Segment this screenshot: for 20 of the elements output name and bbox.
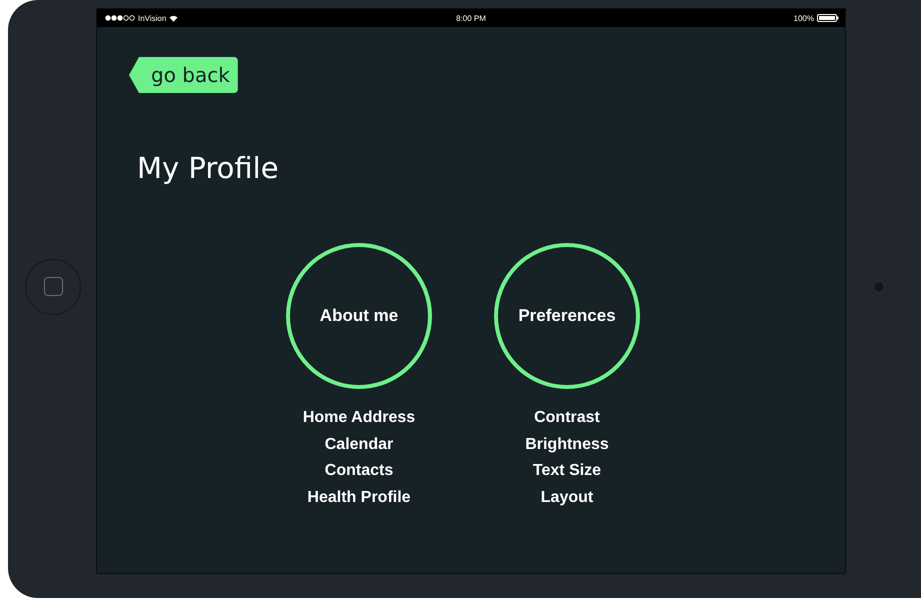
camera-icon bbox=[873, 280, 885, 292]
menu-item[interactable]: Health Profile bbox=[307, 484, 411, 511]
menu-item[interactable]: Text Size bbox=[532, 458, 602, 484]
section-circle-button[interactable]: About me bbox=[286, 243, 432, 389]
page-title: My Profile bbox=[137, 151, 280, 185]
menu-item[interactable]: Contacts bbox=[324, 458, 394, 484]
wifi-icon bbox=[169, 14, 178, 22]
carrier-name: InVision bbox=[138, 14, 166, 22]
go-back-button[interactable]: go back bbox=[129, 57, 238, 93]
menu-item[interactable]: Home Address bbox=[302, 405, 416, 432]
battery-icon bbox=[817, 14, 839, 22]
menu-item[interactable]: Layout bbox=[540, 484, 594, 511]
signal-icon bbox=[105, 15, 135, 21]
battery-percent: 100% bbox=[794, 14, 814, 22]
home-button[interactable] bbox=[25, 258, 81, 314]
section-circle-button[interactable]: Preferences bbox=[494, 243, 640, 389]
menu-item[interactable]: Calendar bbox=[324, 432, 394, 458]
status-time: 8:00 PM bbox=[456, 14, 486, 22]
menu-item[interactable]: Contrast bbox=[534, 405, 600, 432]
menu-item[interactable]: Brightness bbox=[525, 432, 609, 458]
